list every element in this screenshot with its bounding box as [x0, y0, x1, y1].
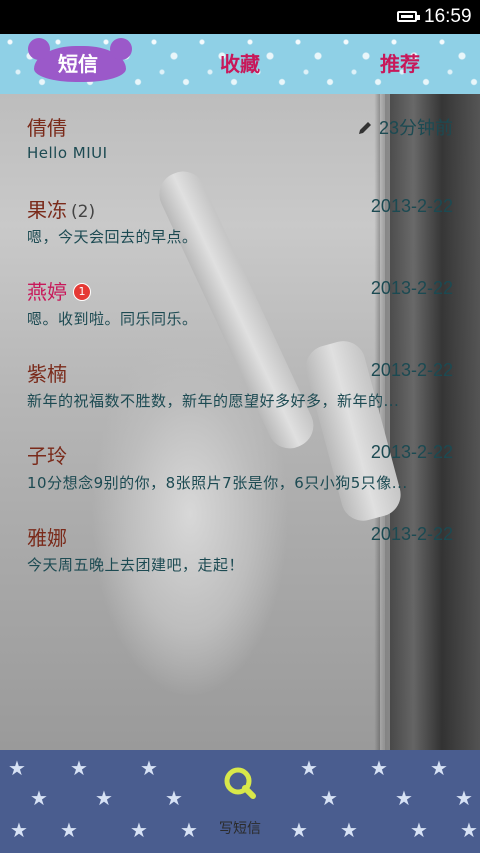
compose-button[interactable]: 写短信: [210, 760, 270, 840]
tab-sms[interactable]: 短信: [30, 34, 126, 94]
message-time: 23分钟前: [357, 114, 453, 140]
message-time: 2013-2-22: [370, 442, 453, 462]
message-item[interactable]: 燕婷 1 2013-2-22 嗯。收到啦。同乐同乐。: [0, 258, 480, 340]
star-decoration: ★: [8, 756, 26, 780]
message-item[interactable]: 果冻 (2) 2013-2-22 嗯，今天会回去的早点。: [0, 176, 480, 258]
star-decoration: ★: [60, 818, 78, 842]
star-decoration: ★: [95, 786, 113, 810]
star-decoration: ★: [340, 818, 358, 842]
message-preview: Hello MIUI: [27, 144, 108, 162]
tab-sms-label: 短信: [58, 52, 98, 76]
message-preview: 今天周五晚上去团建吧，走起！: [27, 556, 245, 574]
message-preview: 嗯，今天会回去的早点。: [27, 228, 198, 246]
tab-favorites[interactable]: 收藏: [180, 34, 300, 94]
message-time: 2013-2-22: [370, 524, 453, 544]
tab-favorites-label: 收藏: [220, 52, 260, 76]
message-preview: 10分想念9别的你，8张照片7张是你，6只小狗5只像...: [27, 474, 408, 492]
contact-name: 雅娜: [27, 526, 67, 550]
message-item[interactable]: 子玲 2013-2-22 10分想念9别的你，8张照片7张是你，6只小狗5只像.…: [0, 422, 480, 504]
tab-recommend[interactable]: 推荐: [340, 34, 460, 94]
message-item[interactable]: 紫楠 2013-2-22 新年的祝福数不胜数，新年的愿望好多好多，新年的...: [0, 340, 480, 422]
message-item[interactable]: 雅娜 2013-2-22 今天周五晚上去团建吧，走起！: [0, 504, 480, 586]
star-decoration: ★: [430, 756, 448, 780]
star-decoration: ★: [290, 818, 308, 842]
unread-badge: 1: [73, 283, 91, 301]
star-decoration: ★: [30, 786, 48, 810]
tab-bar: 短信 收藏 推荐: [0, 34, 480, 94]
contact-name: 倩倩: [27, 116, 67, 140]
star-decoration: ★: [300, 756, 318, 780]
message-time: 2013-2-22: [370, 360, 453, 380]
pencil-icon: [358, 122, 371, 134]
star-decoration: ★: [165, 786, 183, 810]
star-decoration: ★: [370, 756, 388, 780]
message-preview: 嗯。收到啦。同乐同乐。: [27, 310, 198, 328]
star-decoration: ★: [410, 818, 428, 842]
battery-icon: [397, 11, 420, 22]
message-list: 倩倩 23分钟前 Hello MIUI 果冻 (2) 2013-2-22 嗯，今天…: [0, 94, 480, 750]
contact-name: 紫楠: [27, 362, 67, 386]
contact-name: 子玲: [27, 444, 67, 468]
message-time: 2013-2-22: [370, 278, 453, 298]
star-decoration: ★: [70, 756, 88, 780]
star-decoration: ★: [140, 756, 158, 780]
star-decoration: ★: [455, 786, 473, 810]
clock: 16:59: [424, 6, 472, 27]
message-time: 2013-2-22: [370, 196, 453, 216]
message-preview: 新年的祝福数不胜数，新年的愿望好多好多，新年的...: [27, 392, 400, 410]
star-decoration: ★: [10, 818, 28, 842]
star-decoration: ★: [395, 786, 413, 810]
compose-label: 写短信: [219, 821, 261, 837]
message-item[interactable]: 倩倩 23分钟前 Hello MIUI: [0, 94, 480, 176]
star-decoration: ★: [180, 818, 198, 842]
contact-name: 燕婷 1: [27, 276, 91, 305]
bottom-bar: ★ ★ ★ ★ ★ ★ ★ ★ ★ ★ ★ ★ ★ ★ ★ ★ ★ ★ ★ ★ 写短信: [0, 750, 480, 853]
tab-recommend-label: 推荐: [380, 52, 420, 76]
star-decoration: ★: [130, 818, 148, 842]
status-bar: 16:59: [0, 0, 480, 34]
contact-name: 果冻 (2): [27, 198, 96, 222]
star-decoration: ★: [320, 786, 338, 810]
compose-icon: [224, 767, 256, 799]
message-count: (2): [71, 202, 96, 222]
star-decoration: ★: [460, 818, 478, 842]
